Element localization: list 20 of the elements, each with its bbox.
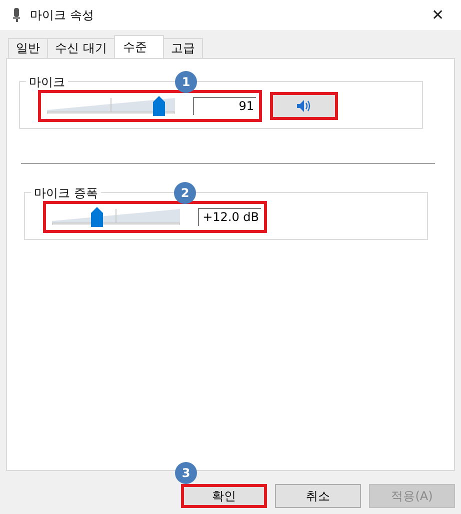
- volume-slider[interactable]: [52, 207, 180, 227]
- group-title: 마이크: [26, 74, 68, 91]
- dialog-button[interactable]: 확인: [181, 484, 267, 508]
- microphone-icon: [12, 7, 22, 23]
- value-field[interactable]: 91: [193, 97, 256, 115]
- tab[interactable]: 고급: [162, 38, 203, 58]
- slider-thumb[interactable]: [152, 96, 165, 116]
- close-button[interactable]: ✕: [415, 0, 461, 30]
- volume-slider[interactable]: [47, 96, 175, 116]
- step-badge: 2: [174, 182, 196, 204]
- tab[interactable]: 수준: [114, 35, 164, 58]
- group-title: 마이크 증폭: [31, 185, 101, 202]
- value-field[interactable]: +12.0 dB: [198, 208, 261, 226]
- step-badge: 1: [175, 71, 197, 93]
- window-title: 마이크 속성: [30, 6, 95, 24]
- speaker-button[interactable]: [270, 92, 338, 120]
- speaker-icon: [297, 100, 311, 112]
- tab[interactable]: 일반: [8, 38, 48, 58]
- dialog-button[interactable]: 취소: [275, 484, 361, 508]
- slider-thumb[interactable]: [91, 207, 104, 227]
